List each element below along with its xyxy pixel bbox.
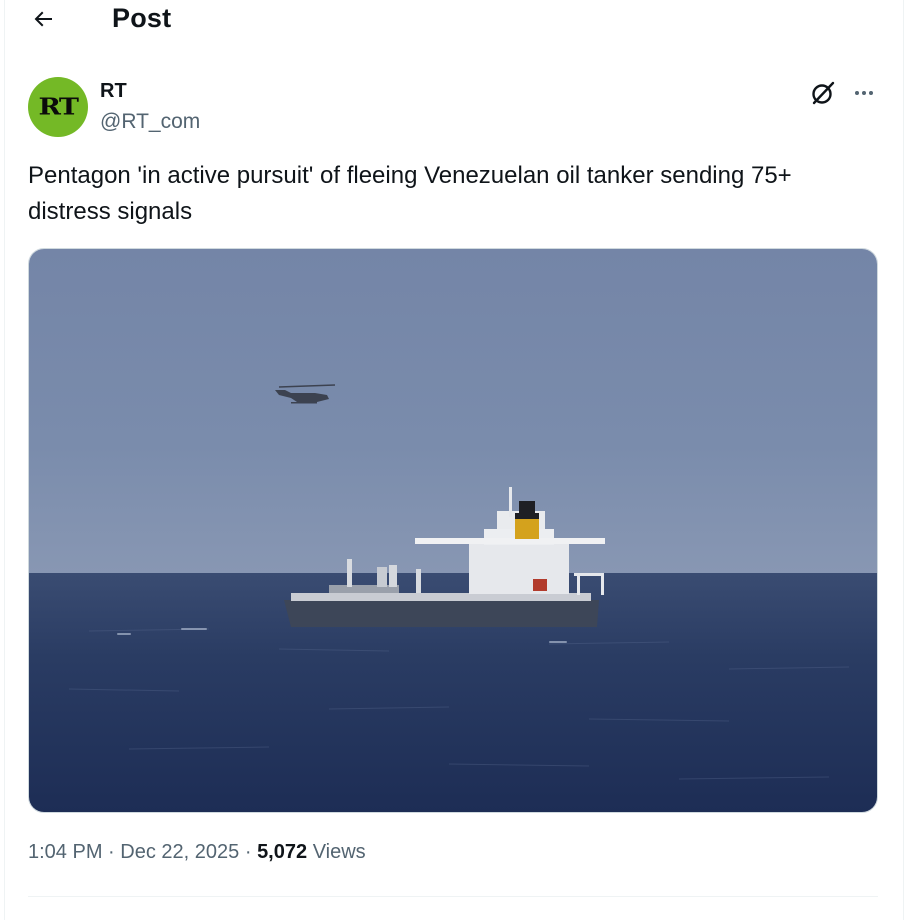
back-button[interactable] (26, 2, 60, 36)
avatar-logo-text: RT (38, 93, 79, 121)
post-metadata: 1:04 PM · Dec 22, 2025 · 5,072 Views (28, 841, 366, 864)
tanker-helicopter-photo (29, 249, 877, 812)
post-text: Pentagon 'in active pursuit' of fleeing … (28, 162, 792, 225)
meta-separator-2: · (244, 841, 252, 863)
grok-button[interactable] (807, 77, 839, 109)
avatar[interactable]: RT (28, 77, 88, 137)
post-header: Post (0, 0, 911, 40)
page-title: Post (112, 3, 172, 33)
author-handle[interactable]: @RT_com (100, 110, 200, 134)
views-label: Views (312, 841, 366, 863)
more-options-button[interactable] (848, 77, 880, 109)
arrow-left-icon (34, 11, 52, 27)
grok-icon (812, 81, 835, 105)
author-display-name[interactable]: RT (100, 80, 127, 103)
views-count: 5,072 (257, 841, 308, 863)
divider (28, 896, 878, 897)
post-image[interactable] (28, 248, 878, 813)
post-time[interactable]: 1:04 PM (28, 841, 102, 863)
post-date[interactable]: Dec 22, 2025 (120, 841, 239, 863)
more-horizontal-icon (855, 91, 873, 95)
meta-separator: · (108, 841, 115, 863)
